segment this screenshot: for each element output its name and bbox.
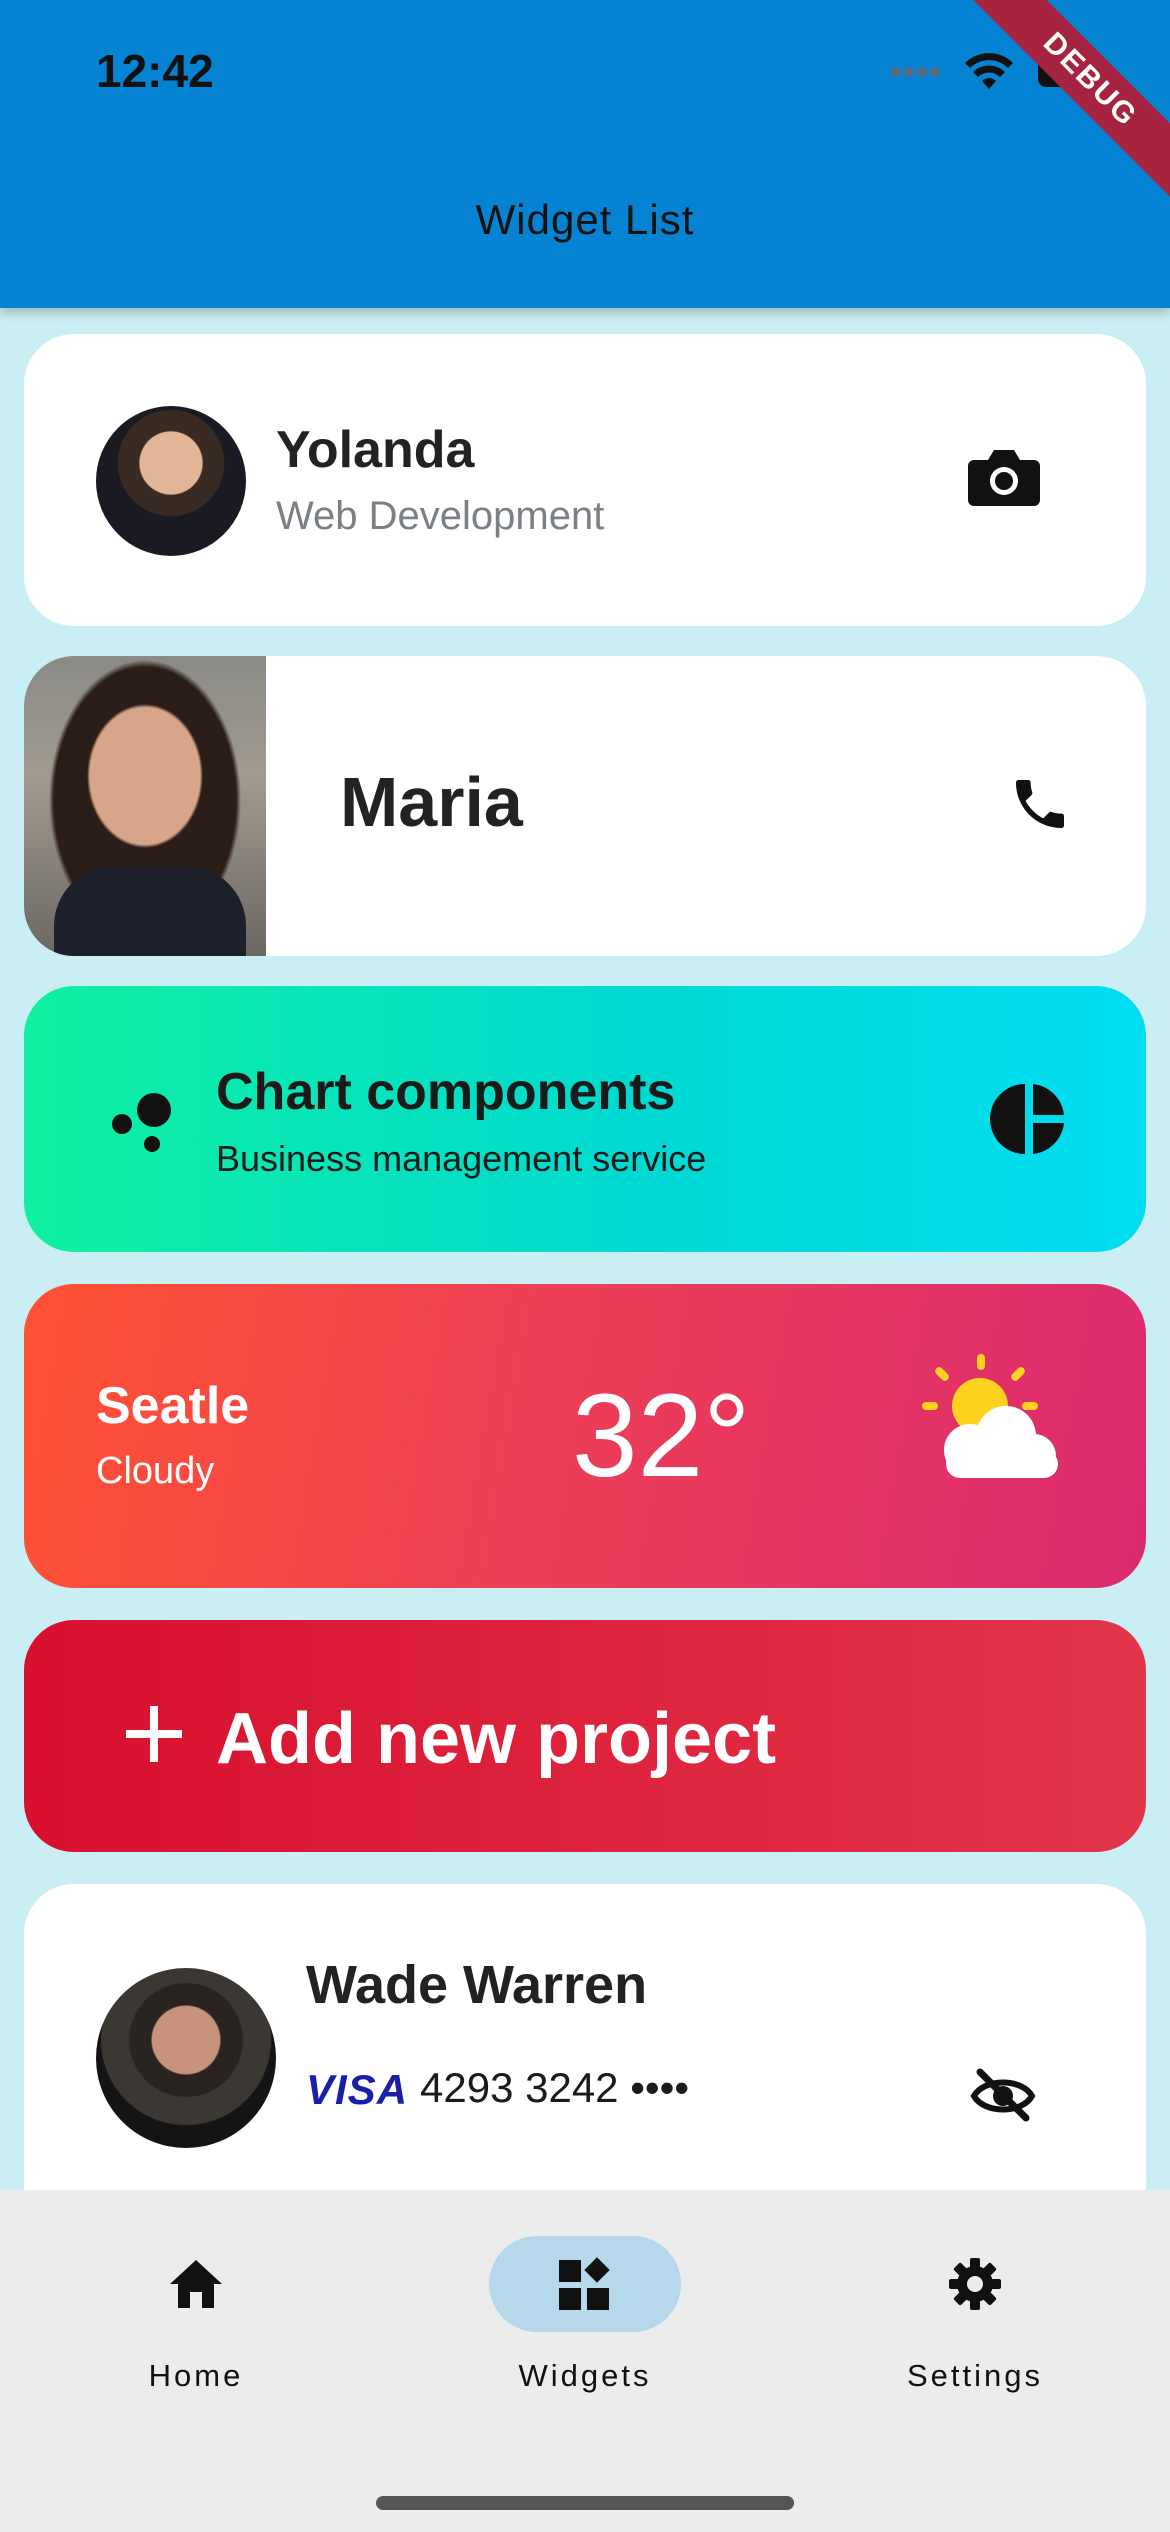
cellular-signal-icon: [891, 67, 940, 77]
weather-condition: Cloudy: [96, 1450, 215, 1492]
phone-icon[interactable]: [1008, 772, 1072, 836]
profile-role: Web Development: [276, 494, 605, 538]
add-project-label: Add new project: [216, 1699, 777, 1779]
nav-item-settings[interactable]: Settings: [855, 2236, 1095, 2396]
gear-icon: [949, 2258, 1001, 2310]
camera-icon[interactable]: [968, 446, 1040, 506]
visa-logo: VISA: [306, 2066, 409, 2113]
card-subtitle: Business management service: [216, 1138, 707, 1179]
profile-name: Yolanda: [276, 421, 475, 479]
cardholder-name: Wade Warren: [306, 1955, 648, 2015]
app-bar: 12:42 DEBUG Widget List: [0, 0, 1170, 308]
weather-city: Seatle: [96, 1377, 250, 1435]
plus-icon: [126, 1706, 182, 1762]
pie-chart-icon[interactable]: [990, 1080, 1068, 1158]
status-time: 12:42: [96, 45, 214, 97]
nav-item-home[interactable]: Home: [76, 2236, 316, 2396]
add-new-project-button[interactable]: Add new project: [24, 1620, 1146, 1852]
profile-photo: [24, 656, 266, 956]
nav-item-widgets[interactable]: Widgets: [465, 2236, 705, 2396]
partly-sunny-icon: [922, 1354, 1058, 1478]
contact-name: Maria: [340, 763, 523, 841]
chart-components-card[interactable]: Chart components Business management ser…: [24, 986, 1146, 1252]
avatar: [96, 406, 246, 556]
home-icon: [170, 2260, 222, 2308]
bottom-navigation: Home Widgets Settings: [0, 2190, 1170, 2532]
weather-temperature: 32°: [572, 1370, 751, 1502]
avatar: [96, 1968, 276, 2148]
page-title: Widget List: [475, 196, 695, 243]
nav-label: Widgets: [518, 2358, 652, 2393]
debug-banner: DEBUG: [965, 0, 1170, 205]
home-indicator[interactable]: [376, 2496, 794, 2510]
profile-card-yolanda[interactable]: Yolanda Web Development: [24, 334, 1146, 626]
contact-card-maria[interactable]: Maria: [24, 656, 1146, 956]
widgets-icon: [559, 2257, 610, 2310]
nav-label: Settings: [906, 2358, 1043, 2393]
nav-label: Home: [148, 2358, 244, 2393]
card-title: Chart components: [216, 1063, 676, 1121]
wifi-icon: [965, 53, 1013, 89]
card-number: 4293 3242 ••••: [420, 2064, 690, 2111]
bubble-chart-icon: [112, 1093, 171, 1152]
eye-off-icon[interactable]: [970, 2066, 1036, 2122]
weather-card[interactable]: Seatle Cloudy 32°: [24, 1284, 1146, 1588]
